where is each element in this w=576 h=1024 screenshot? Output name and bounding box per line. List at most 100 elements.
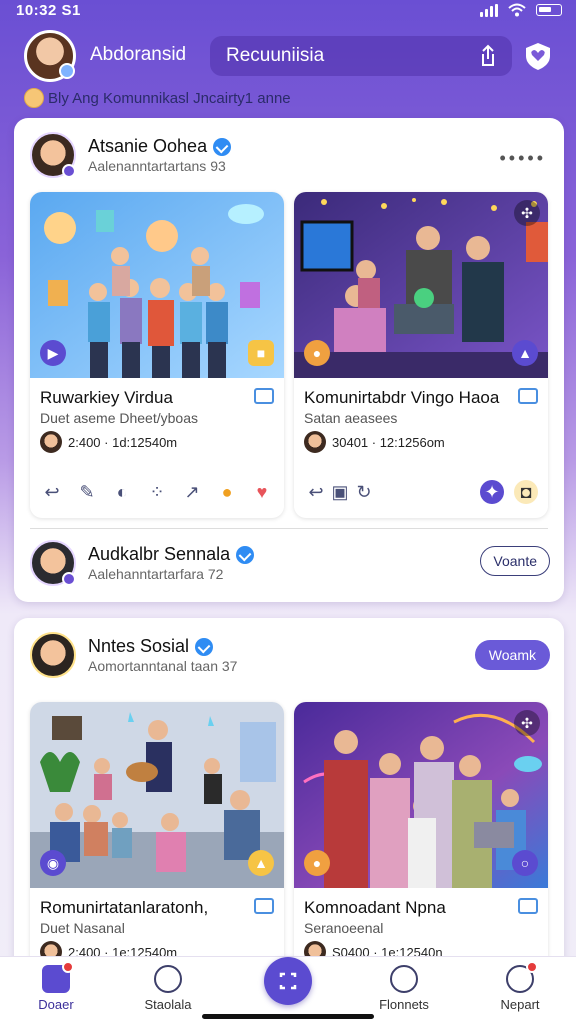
online-indicator: [59, 63, 75, 79]
like-icon[interactable]: ♥: [250, 480, 274, 504]
post-subtitle: Duet aseme Dheet/yboas: [40, 410, 198, 426]
person-icon: [506, 961, 538, 993]
reply-icon[interactable]: ↩: [40, 480, 64, 504]
edit-icon[interactable]: [518, 388, 538, 404]
avatar-badge: [62, 572, 76, 586]
post-stats: 2:400 · 1d:12540m: [68, 434, 178, 450]
edit-icon[interactable]: [518, 898, 538, 914]
post-title: Komunirtabdr Vingo Haoa: [304, 388, 500, 407]
signal-icon: [480, 3, 498, 17]
expand-icon[interactable]: ✣: [514, 200, 540, 226]
author-name: Audkalbr Sennala: [88, 544, 231, 564]
status-time: 10:32 S1: [16, 2, 81, 19]
post-title: Romunirtatanlaratonh,: [40, 898, 209, 917]
nav-label: Nepart: [500, 997, 540, 1012]
author-name: Nntes Sosial: [88, 636, 190, 656]
refresh-icon[interactable]: ↻: [352, 480, 376, 504]
post-actions: ↩ ✎ ◐ ⁘ ↗ ● ♥: [40, 478, 274, 506]
create-post-button[interactable]: [264, 957, 312, 1005]
search-text: Recuuniisia: [226, 45, 325, 66]
blue-badge-icon: ▲: [512, 340, 538, 366]
plus-frame-icon: [279, 972, 297, 990]
dot-icon: ●: [221, 481, 233, 502]
author-avatar: [30, 132, 76, 178]
globe-icon: [390, 965, 418, 993]
status-bar: 10:32 S1: [0, 0, 576, 22]
share-icon[interactable]: [474, 42, 502, 70]
app-header: Abdoransid Recuuniisia: [0, 28, 576, 88]
nav-item-planets[interactable]: Flonnets: [364, 965, 444, 1012]
comment-icon[interactable]: ◐: [110, 480, 134, 504]
post-meta: 30401 · 12:1256om: [304, 430, 445, 454]
home-indicator: [202, 1014, 374, 1019]
nav-item-profile[interactable]: Nepart: [480, 961, 560, 1012]
post-image[interactable]: ▶ ■: [30, 192, 284, 378]
notification-badge: [62, 961, 74, 973]
wifi-icon: [508, 3, 526, 17]
post-image[interactable]: ◉ ▲: [30, 702, 284, 888]
post-actions: ↩ ▣ ↻ ✦ ◘: [304, 478, 538, 506]
illustration-music-room-icon: [30, 702, 284, 888]
post-image[interactable]: ● ▲ ✣: [294, 192, 548, 378]
search-bar[interactable]: Recuuniisia: [210, 36, 512, 76]
mic-icon[interactable]: ✎: [75, 480, 99, 504]
reply-icon[interactable]: ↩: [304, 480, 328, 504]
image-icon[interactable]: ▣: [328, 480, 352, 504]
compass-icon[interactable]: ✦: [480, 480, 504, 504]
meta-avatar: [304, 431, 326, 453]
profile-avatar[interactable]: [24, 30, 76, 82]
post-author[interactable]: Atsanie Oohea Aalenanntartartans 93 ••••…: [30, 132, 550, 178]
status-icons: [480, 3, 562, 17]
paw-icon[interactable]: ⁘: [145, 480, 169, 504]
notification-badge: [526, 961, 538, 973]
post-tile[interactable]: ▶ ■ Ruwarkiey Virdua Duet aseme Dheet/yb…: [30, 192, 284, 518]
post-image[interactable]: ● ○ ✣: [294, 702, 548, 888]
edit-icon[interactable]: [254, 388, 274, 404]
author-name-row: Audkalbr Sennala: [88, 544, 255, 565]
author-subtitle: Aomortanntanal taan 37: [88, 658, 238, 674]
nav-item-home[interactable]: Doaer: [16, 961, 96, 1012]
feed-card: Atsanie Oohea Aalenanntartartans 93 ••••…: [14, 118, 564, 602]
nav-label: Flonnets: [379, 997, 429, 1012]
verified-icon: [195, 637, 214, 656]
author-subtitle: Aalehanntartarfara 72: [88, 566, 224, 582]
battery-icon: [536, 4, 562, 16]
author-name-row: Nntes Sosial: [88, 636, 214, 657]
globe-badge-icon: ◉: [40, 850, 66, 876]
post-tile[interactable]: ● ▲ ✣ Komunirtabdr Vingo Haoa Satan aeas…: [294, 192, 548, 518]
bookmark-badge-icon: ■: [248, 340, 274, 366]
nav-item-status[interactable]: Staolala: [128, 965, 208, 1012]
meta-avatar: [40, 431, 62, 453]
edit-icon[interactable]: [254, 898, 274, 914]
post-author[interactable]: Audkalbr Sennala Aalehanntartarfara 72: [30, 540, 550, 586]
share-arrow-icon[interactable]: ↗: [180, 480, 204, 504]
home-icon: [42, 961, 74, 993]
heart-shield-icon[interactable]: [522, 40, 554, 72]
orange-badge-icon: ●: [304, 850, 330, 876]
author-avatar: [30, 540, 76, 586]
post-title: Komnoadant Npna: [304, 898, 446, 917]
post-author[interactable]: Nntes Sosial Aomortanntanal taan 37: [30, 632, 550, 678]
warning-badge-icon: ▲: [248, 850, 274, 876]
author-avatar: [30, 632, 76, 678]
emoji-icon: [24, 88, 44, 108]
divider: [30, 528, 548, 529]
profile-name: Abdoransid: [90, 44, 187, 65]
post-title: Ruwarkiey Virdua: [40, 388, 173, 407]
illustration-family-icon: [294, 192, 548, 378]
author-subtitle: Aalenanntartartans 93: [88, 158, 226, 174]
author-name: Atsanie Oohea: [88, 136, 208, 156]
community-subline: Bly Ang Komunnikasl Jncairty1 anne: [24, 88, 291, 108]
nav-label: Staolala: [144, 997, 192, 1012]
illustration-family-photo-icon: [294, 702, 548, 888]
more-options-icon[interactable]: •••••: [499, 148, 546, 169]
record-icon[interactable]: ◘: [514, 480, 538, 504]
follow-button[interactable]: Voante: [480, 546, 550, 576]
post-subtitle: Seranoeenal: [304, 920, 384, 936]
illustration-group-icon: [30, 192, 284, 378]
join-button[interactable]: Woamk: [474, 640, 550, 670]
expand-icon[interactable]: ✣: [514, 710, 540, 736]
nav-label: Doaer: [38, 997, 74, 1012]
post-subtitle: Duet Nasanal: [40, 920, 125, 936]
post-stats: 30401 · 12:1256om: [332, 434, 445, 450]
